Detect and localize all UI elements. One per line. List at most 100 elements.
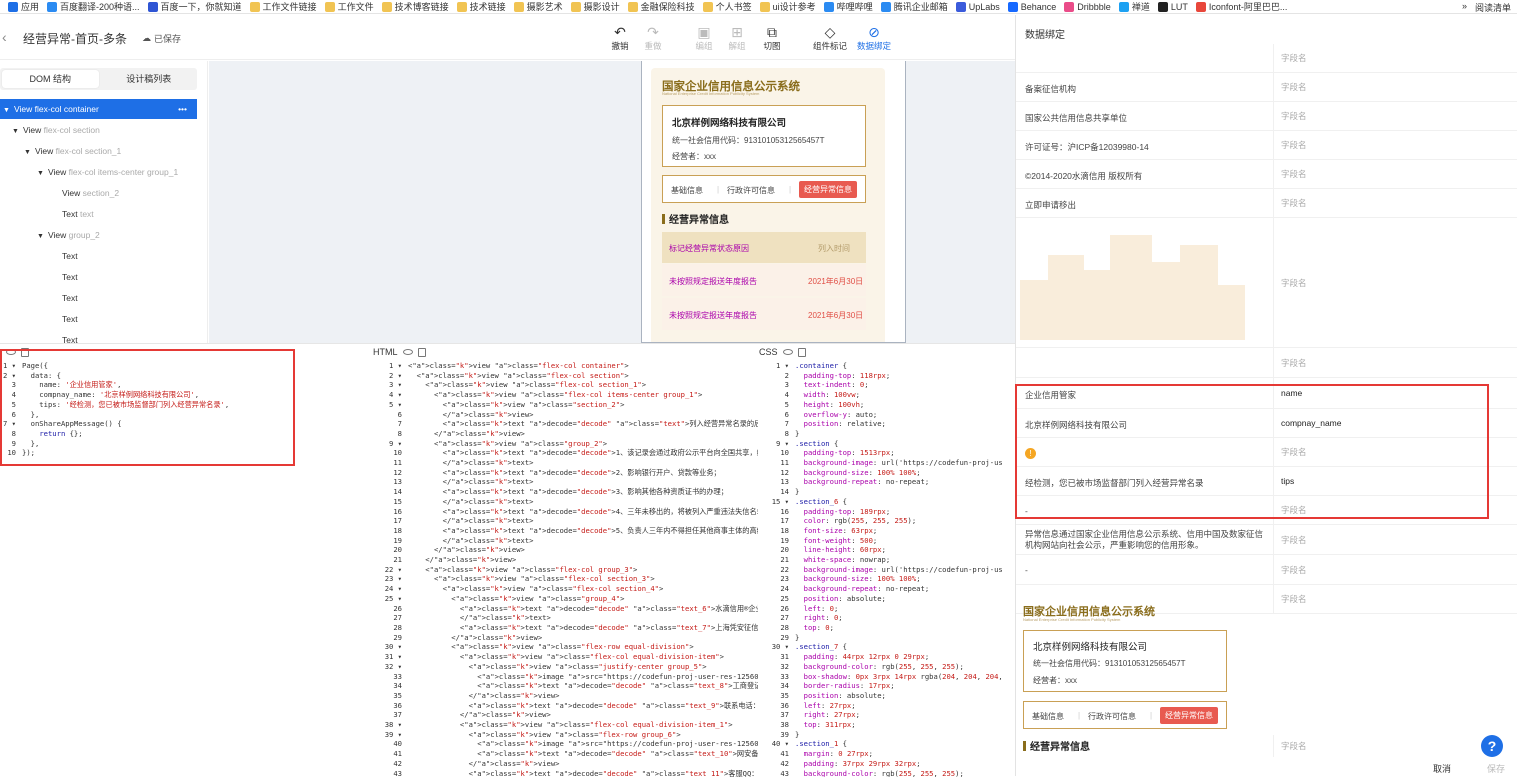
field-name-input[interactable]: 字段名 [1273,44,1517,73]
cancel-button[interactable]: 取消 [1433,762,1451,775]
caret-down-icon[interactable]: ▼ [37,170,44,177]
eye-icon[interactable] [402,349,413,355]
bookmark-item[interactable]: 摄影艺术 [513,0,563,13]
css-code-editor[interactable]: 1 ▾ .container {2 padding-top: 118rpx; 3 t… [767,361,1015,777]
dom-tree-node[interactable]: Text [62,288,78,308]
bookmark-item[interactable]: 技术链接 [456,0,506,13]
bookmark-item[interactable]: 工作文件链接 [249,0,317,13]
caret-down-icon[interactable]: ▼ [37,233,44,240]
dom-tree-node[interactable]: ▼ View flex-col items-center group_1 [37,162,178,182]
code-text: </"a">class="k">view> [408,428,525,438]
bookmark-item[interactable]: UpLabs [955,1,1000,12]
tab-abnormal-info[interactable]: 经营异常信息 [799,181,857,198]
tool-slice-button[interactable]: ⧉ 切图 [752,24,792,52]
code-line: 11 </"a">class="k">text> [380,458,758,468]
field-name-input[interactable]: 字段名 [1273,102,1517,131]
bookmark-item[interactable]: Iconfont-阿里巴巴... [1195,0,1287,13]
bookmark-item[interactable]: 个人书签 [702,0,752,13]
binding-label: 许可证号：沪ICP备12039980-14 [1025,141,1149,153]
field-name-input[interactable]: 字段名 [1273,189,1517,218]
code-line: 19 </"a">class="k">text> [380,536,758,546]
dom-tree-node[interactable]: ▼ View flex-col section_1 [24,141,121,161]
bookmark-item[interactable]: Dribbble [1064,1,1111,12]
tool-data-binding-button[interactable]: ⊘ 数据绑定 [854,24,894,52]
tab-separator: | [717,185,720,194]
back-icon[interactable]: ‹ [2,29,7,45]
field-name-input[interactable]: 字段名 [1273,160,1517,189]
code-text: <"a">class="k">view "a">class="section_2… [408,399,625,409]
dom-tree-node[interactable]: Text [62,330,78,343]
tool-redo-button[interactable]: ↷ 重做 [633,24,673,52]
code-text: padding-top: 118rpx; [803,370,891,380]
dom-tree-node[interactable]: View section_2 [62,183,119,203]
bookmark-item[interactable]: 摄影设计 [570,0,620,13]
ungroup-label: 解组 [728,41,746,51]
bookmark-item[interactable]: ui设计参考 [759,0,816,13]
bookmark-item[interactable]: 腾讯企业邮箱 [880,0,948,13]
bookmark-item[interactable]: 金融保险科技 [627,0,695,13]
eye-icon[interactable] [782,349,793,355]
field-name-input[interactable]: 字段名 [1273,585,1517,614]
node-class: flex-col section_1 [55,146,122,156]
bookmarks-more-icon[interactable]: » [1462,1,1467,13]
tab-dom-structure[interactable]: DOM 结构 [2,70,99,88]
tab-basic-info[interactable]: 基础信息 [671,185,703,196]
field-name-input[interactable]: 字段名 [1273,218,1517,348]
save-button[interactable]: 保存 [1487,762,1505,775]
dom-tree-node[interactable]: ▼ View flex-col section [12,120,100,140]
bookmark-item[interactable]: 哔哩哔哩 [823,0,873,13]
code-line: 29} [767,633,1015,643]
tab-license-info[interactable]: 行政许可信息 [727,185,775,196]
bookmark-item[interactable]: 应用 [8,0,39,13]
dom-tree-node[interactable]: Text [62,267,78,287]
line-number: 8 [397,428,402,438]
tool-component-mark-button[interactable]: ◇ 组件标记 [810,24,850,52]
bookmark-item[interactable]: 百度一下，你就知道 [147,0,242,13]
field-name-input[interactable]: 字段名 [1273,131,1517,160]
code-text: } [795,729,800,739]
html-code-editor[interactable]: 1 ▾ <"a">class="k">view "a">class="flex-c… [380,361,758,777]
code-line: 3 text-indent: 0; [767,380,1015,390]
code-line: 17 </"a">class="k">text> [380,516,758,526]
mini-operator: 经营者：xxx [1033,676,1077,685]
dom-tree-node[interactable]: Text [62,309,78,329]
field-name-input[interactable]: 字段名 [1273,525,1517,555]
copy-icon[interactable] [797,347,806,357]
dom-tree-node[interactable]: ▼ View flex-col container ••• [0,99,197,119]
node-tag: View [47,167,67,177]
tab-design-list[interactable]: 设计稿列表 [101,68,198,90]
bookmark-item[interactable]: Behance [1007,1,1056,12]
field-name-input[interactable]: 字段名 [1273,348,1517,378]
bookmark-item[interactable]: LUT [1157,1,1188,12]
bookmark-item[interactable]: 技术博客链接 [381,0,449,13]
bookmark-item[interactable]: 禅道 [1118,0,1150,13]
help-button[interactable]: ? [1481,735,1503,757]
caret-down-icon[interactable]: ▼ [3,107,10,114]
code-text: .section_1 { [795,739,847,749]
code-text: </"a">class="k">text> [408,516,534,526]
copy-icon[interactable] [417,347,426,357]
dom-tree-node[interactable]: ▼ View group_2 [37,225,100,245]
caret-down-icon[interactable]: ▼ [12,128,19,135]
html-panel-header: HTML [373,344,426,360]
code-text: color: rgb(255, 255, 255); [803,516,917,526]
field-name-input[interactable]: 字段名 [1273,555,1517,585]
line-number: 4 ▾ [389,390,402,400]
field-name-input[interactable]: 字段名 [1273,73,1517,102]
reading-list[interactable]: 阅读清单 [1475,1,1511,13]
tool-ungroup-button[interactable]: ⊞ 解组 [717,24,757,52]
bookmark-item[interactable]: 百度翻译-200种语... [47,0,140,13]
caret-down-icon[interactable]: ▼ [24,149,31,156]
bookmark-label: 技术博客链接 [394,2,449,12]
folder-icon [570,1,581,12]
dom-tree-node[interactable]: Text [62,246,78,266]
more-icon[interactable]: ••• [178,99,187,119]
code-line: 7 position: relative; [767,419,1015,429]
dom-tree-node[interactable]: Text text [62,204,94,224]
binding-row: 备案征信机构 字段名 [1016,73,1517,102]
code-text: box-shadow: 0px 3rpx 14rpx rgba(204, 204… [803,671,1003,681]
code-line: 40 <"a">class="k">image "a">src="https:/… [380,739,758,749]
design-canvas: 国家企业信用信息公示系统 National Enterprise Credit … [209,61,1015,343]
code-text: </"a">class="k">text> [408,458,534,468]
bookmark-item[interactable]: 工作文件 [324,0,374,13]
